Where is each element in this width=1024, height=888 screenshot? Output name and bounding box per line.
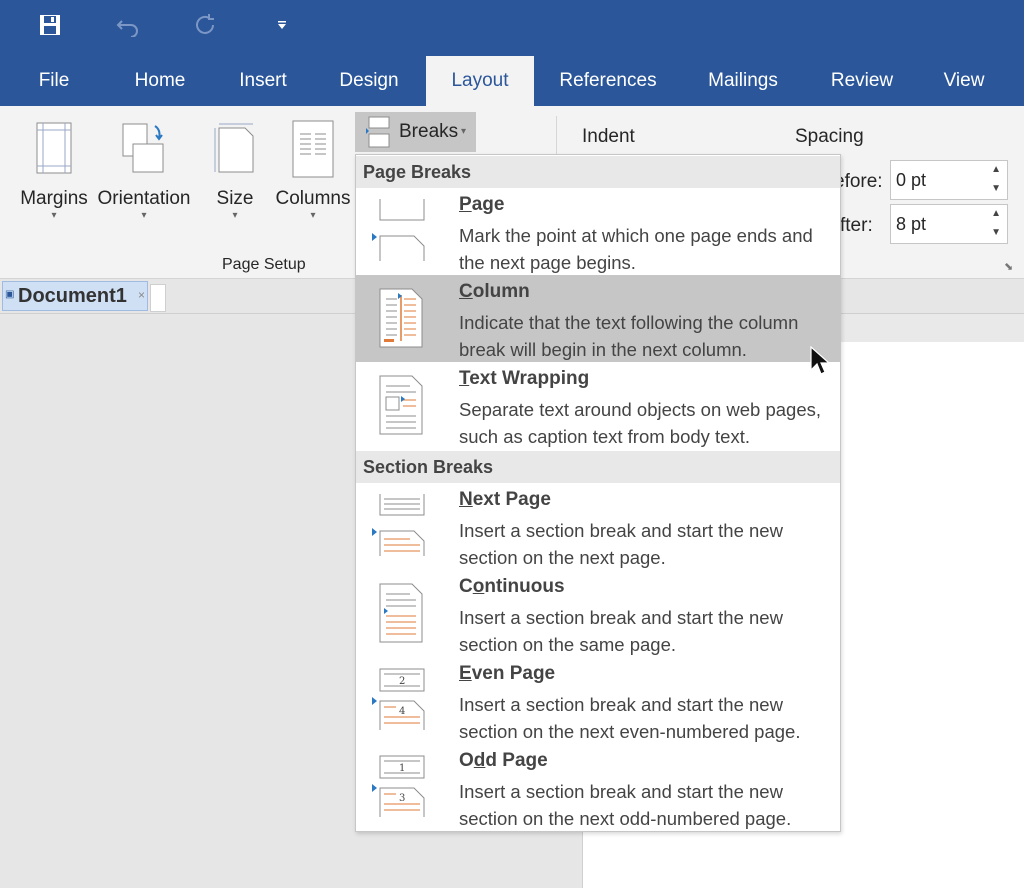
spacing-before-value: 0 pt <box>896 170 927 190</box>
undo-icon[interactable] <box>113 10 143 40</box>
text-wrapping-icon <box>379 375 423 435</box>
orientation-button[interactable]: Orientation ▾ <box>94 120 194 230</box>
spacing-label: Spacing <box>795 126 864 147</box>
spin-down-icon[interactable]: ▼ <box>991 183 1001 194</box>
breaks-icon <box>366 116 390 148</box>
menu-item-title: Page <box>459 194 505 215</box>
new-tab[interactable] <box>150 284 166 312</box>
continuous-break-icon <box>379 583 423 643</box>
spacing-before-input[interactable]: 0 pt ▲ ▼ <box>890 160 1008 200</box>
breaks-caret-icon: ▾ <box>461 126 467 137</box>
tab-design[interactable]: Design <box>326 56 412 106</box>
orientation-label: Orientation <box>97 188 191 209</box>
margins-button[interactable]: Margins ▾ <box>18 120 90 230</box>
page-breaks-header: Page Breaks <box>356 156 840 188</box>
size-label: Size <box>216 188 254 209</box>
ribbon-tab-bar: File Home Insert Design Layout Reference… <box>0 56 1024 106</box>
size-icon <box>214 123 254 173</box>
menu-item-description: Separate text around objects on web page… <box>459 399 822 447</box>
columns-caret-icon: ▾ <box>310 210 316 221</box>
even-first-page-number: 2 <box>399 676 405 687</box>
menu-item-column[interactable]: Column Indicate that the text following … <box>356 275 840 362</box>
menu-item-continuous[interactable]: Continuous Insert a section break and st… <box>356 570 840 657</box>
columns-icon <box>292 120 334 178</box>
close-tab-icon[interactable]: × <box>138 288 145 302</box>
title-bar <box>0 0 1024 56</box>
size-button[interactable]: Size ▾ <box>208 120 262 230</box>
menu-item-title: Even Page <box>459 663 556 684</box>
document-tab[interactable]: ▣ Document1 × <box>2 281 148 311</box>
columns-button[interactable]: Columns ▾ <box>272 120 354 230</box>
spacing-before-label: efore: <box>834 171 883 192</box>
word-doc-icon: ▣ <box>5 289 15 300</box>
page-break-icon <box>372 199 425 261</box>
spin-down-icon[interactable]: ▼ <box>991 227 1001 238</box>
menu-item-description: Insert a section break and start the new… <box>459 781 792 829</box>
menu-item-odd-page[interactable]: 1 3 Odd Page Insert a section break and … <box>356 744 840 831</box>
margins-caret-icon: ▾ <box>51 210 57 221</box>
tab-home[interactable]: Home <box>120 56 200 106</box>
menu-item-description: Insert a section break and start the new… <box>459 694 801 742</box>
menu-item-title: Odd Page <box>459 750 548 771</box>
tab-file[interactable]: File <box>18 56 90 106</box>
tab-mailings[interactable]: Mailings <box>696 56 790 106</box>
tab-view[interactable]: View <box>930 56 998 106</box>
mouse-cursor-icon <box>810 346 830 375</box>
menu-item-description: Insert a section break and start the new… <box>459 607 783 655</box>
save-icon[interactable] <box>35 10 65 40</box>
dialog-launcher-icon[interactable]: ⬊ <box>1004 260 1013 273</box>
menu-item-title: Text Wrapping <box>459 368 590 389</box>
section-breaks-header: Section Breaks <box>356 451 840 483</box>
page-setup-group-label: Page Setup <box>222 256 306 273</box>
even-second-page-number: 4 <box>399 706 405 717</box>
tab-references[interactable]: References <box>548 56 668 106</box>
redo-icon[interactable] <box>190 10 220 40</box>
orientation-icon <box>122 123 164 173</box>
menu-item-next-page[interactable]: Next Page Insert a section break and sta… <box>356 483 840 570</box>
spin-up-icon[interactable]: ▲ <box>991 164 1001 175</box>
next-page-break-icon <box>372 494 425 556</box>
odd-page-break-icon: 1 3 <box>372 755 425 817</box>
columns-label: Columns <box>275 188 351 209</box>
margins-icon <box>36 122 72 174</box>
spacing-after-label: fter: <box>840 215 873 236</box>
menu-item-title: Column <box>459 281 530 302</box>
spacing-after-value: 8 pt <box>896 214 927 234</box>
menu-item-description: Indicate that the text following the col… <box>459 312 799 360</box>
menu-item-title: Next Page <box>459 489 551 510</box>
menu-item-description: Insert a section break and start the new… <box>459 520 783 568</box>
indent-label: Indent <box>582 126 635 147</box>
tab-review[interactable]: Review <box>820 56 904 106</box>
odd-second-page-number: 3 <box>399 793 405 804</box>
menu-item-even-page[interactable]: 2 4 Even Page Insert a section break and… <box>356 657 840 744</box>
even-page-break-icon: 2 4 <box>372 668 425 730</box>
menu-item-description: Mark the point at which one page ends an… <box>459 225 813 273</box>
menu-item-title: Continuous <box>459 576 565 597</box>
size-caret-icon: ▾ <box>232 210 238 221</box>
breaks-menu: Page Breaks Page Mark the point at which… <box>355 154 841 832</box>
menu-item-text-wrapping[interactable]: Text Wrapping Separate text around objec… <box>356 362 840 449</box>
document-tab-title: Document1 <box>18 285 127 307</box>
tab-insert[interactable]: Insert <box>224 56 302 106</box>
odd-first-page-number: 1 <box>399 763 405 774</box>
menu-item-page[interactable]: Page Mark the point at which one page en… <box>356 188 840 275</box>
breaks-button[interactable]: Breaks ▾ <box>355 112 476 152</box>
margins-label: Margins <box>20 188 88 209</box>
customize-toolbar-icon[interactable] <box>267 10 297 40</box>
tab-layout[interactable]: Layout <box>426 56 534 106</box>
spin-up-icon[interactable]: ▲ <box>991 208 1001 219</box>
breaks-label: Breaks <box>399 121 459 142</box>
spacing-after-input[interactable]: 8 pt ▲ ▼ <box>890 204 1008 244</box>
orientation-caret-icon: ▾ <box>141 210 147 221</box>
column-break-icon <box>379 288 423 348</box>
